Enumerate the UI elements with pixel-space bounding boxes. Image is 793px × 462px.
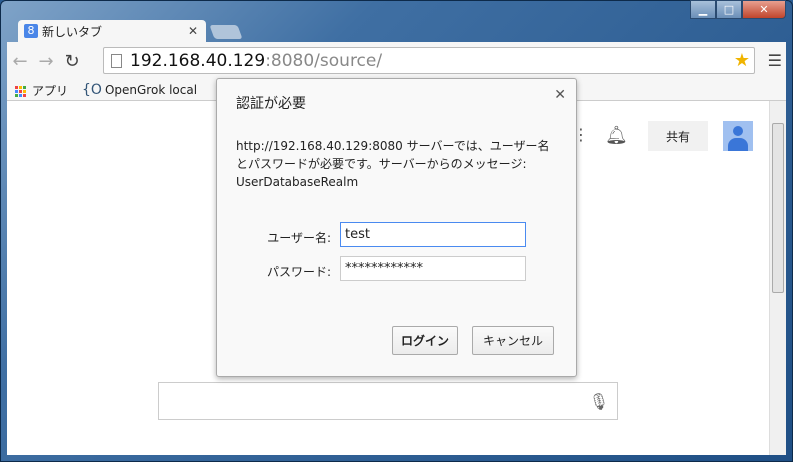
- new-tab-button[interactable]: [209, 25, 243, 39]
- avatar[interactable]: [723, 121, 753, 151]
- microphone-icon[interactable]: 🎙︎: [589, 392, 609, 411]
- message-line: http://192.168.40.129:8080 サーバーでは、ユーザー名: [236, 139, 550, 153]
- search-input[interactable]: 🎙︎: [158, 382, 618, 420]
- password-label: パスワード:: [266, 265, 331, 279]
- google-favicon-icon: 8: [24, 24, 38, 38]
- dialog-message: http://192.168.40.129:8080 サーバーでは、ユーザー名 …: [236, 137, 566, 191]
- minimize-button[interactable]: ▁: [690, 0, 716, 19]
- bookmark-opengrok[interactable]: {O OpenGrok local: [82, 82, 197, 98]
- url-host: 192.168.40.129: [130, 50, 266, 71]
- login-button[interactable]: ログイン: [392, 326, 458, 355]
- message-line: とパスワードが必要です。サーバーからのメッセージ:: [236, 157, 527, 171]
- page-icon: [111, 53, 122, 68]
- tab-new-tab[interactable]: 8 新しいタブ ✕: [18, 20, 206, 42]
- username-label: ユーザー名:: [267, 231, 331, 245]
- username-field[interactable]: test: [340, 222, 526, 247]
- maximize-button[interactable]: □: [716, 0, 742, 19]
- reload-icon[interactable]: ↻: [59, 51, 85, 72]
- share-button[interactable]: 共有: [648, 121, 708, 151]
- close-icon[interactable]: ✕: [554, 87, 566, 103]
- auth-dialog: 認証が必要 ✕ http://192.168.40.129:8080 サーバーで…: [216, 78, 577, 377]
- dialog-title: 認証が必要: [236, 96, 306, 112]
- message-line: UserDatabaseRealm: [236, 175, 359, 189]
- forward-icon[interactable]: →: [33, 51, 59, 72]
- cancel-button[interactable]: キャンセル: [472, 326, 554, 355]
- close-window-button[interactable]: ✕: [742, 0, 786, 19]
- scrollbar[interactable]: [769, 101, 786, 455]
- notifications-bell-icon[interactable]: 🔔︎: [605, 125, 628, 146]
- bookmark-label: OpenGrok local: [104, 83, 198, 97]
- opengrok-icon: {O: [82, 82, 102, 98]
- scrollbar-thumb[interactable]: [772, 123, 784, 293]
- bookmark-label: アプリ: [32, 83, 69, 98]
- apps-grid-icon: [15, 85, 26, 97]
- bookmark-apps[interactable]: アプリ: [15, 82, 68, 99]
- url-path: :8080/source/: [265, 50, 383, 71]
- back-icon[interactable]: ←: [7, 51, 33, 72]
- bookmark-star-icon[interactable]: ★: [734, 50, 750, 71]
- menu-icon[interactable]: ☰: [768, 51, 782, 70]
- address-bar[interactable]: 192.168.40.129:8080/source/ ★: [103, 47, 755, 74]
- password-field[interactable]: ************: [340, 256, 526, 281]
- toolbar: ← → ↻ 192.168.40.129:8080/source/ ★ ☰: [7, 42, 786, 80]
- tab-close-icon[interactable]: ✕: [188, 24, 198, 38]
- window-controls: ▁ □ ✕: [690, 0, 786, 19]
- tab-title: 新しいタブ: [42, 24, 103, 39]
